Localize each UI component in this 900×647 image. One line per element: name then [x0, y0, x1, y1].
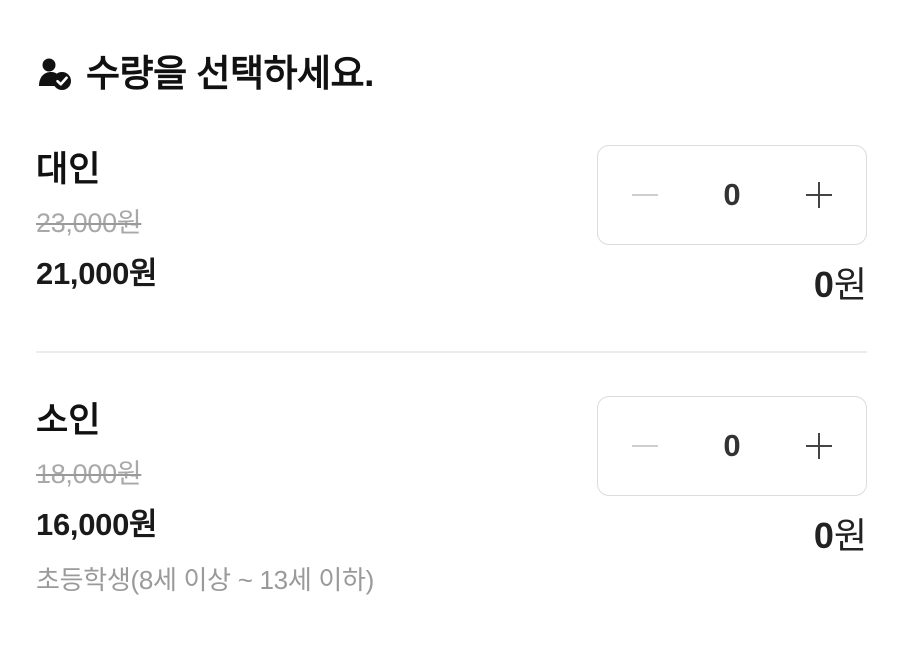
item-subtotal: 0원 — [814, 265, 867, 305]
subtotal-amount: 0 — [813, 515, 834, 556]
quantity-selection-panel: 수량을 선택하세요. 대인 23,000원 21,000원 0 0원 소인 18… — [0, 0, 900, 647]
ticket-item-child: 소인 18,000원 16,000원 초등학생(8세 이상 ~ 13세 이하) … — [36, 396, 867, 616]
quantity-stepper: 0 — [597, 145, 867, 245]
ticket-name: 대인 — [36, 150, 101, 189]
decrement-button[interactable] — [620, 421, 670, 471]
item-subtotal: 0원 — [814, 516, 867, 556]
plus-icon — [806, 433, 832, 459]
sale-price: 21,000원 — [36, 256, 158, 291]
increment-button[interactable] — [794, 170, 844, 220]
plus-icon — [806, 182, 832, 208]
age-note: 초등학생(8세 이상 ~ 13세 이하) — [36, 565, 374, 595]
quantity-stepper: 0 — [597, 396, 867, 496]
subtotal-unit: 원 — [833, 264, 867, 305]
quantity-value: 0 — [723, 428, 741, 463]
original-price: 23,000원 — [36, 208, 142, 238]
divider — [36, 351, 867, 353]
subtotal-unit: 원 — [833, 515, 867, 556]
user-check-icon — [39, 58, 71, 90]
sale-price: 16,000원 — [36, 507, 158, 542]
subtotal-amount: 0 — [813, 264, 834, 305]
quantity-value: 0 — [723, 177, 741, 212]
minus-icon — [632, 194, 658, 196]
ticket-item-adult: 대인 23,000원 21,000원 0 0원 — [36, 145, 867, 351]
increment-button[interactable] — [794, 421, 844, 471]
section-header: 수량을 선택하세요. — [36, 52, 374, 96]
page-title: 수량을 선택하세요. — [86, 53, 374, 94]
original-price: 18,000원 — [36, 459, 142, 489]
ticket-name: 소인 — [36, 401, 101, 440]
minus-icon — [632, 445, 658, 447]
decrement-button[interactable] — [620, 170, 670, 220]
